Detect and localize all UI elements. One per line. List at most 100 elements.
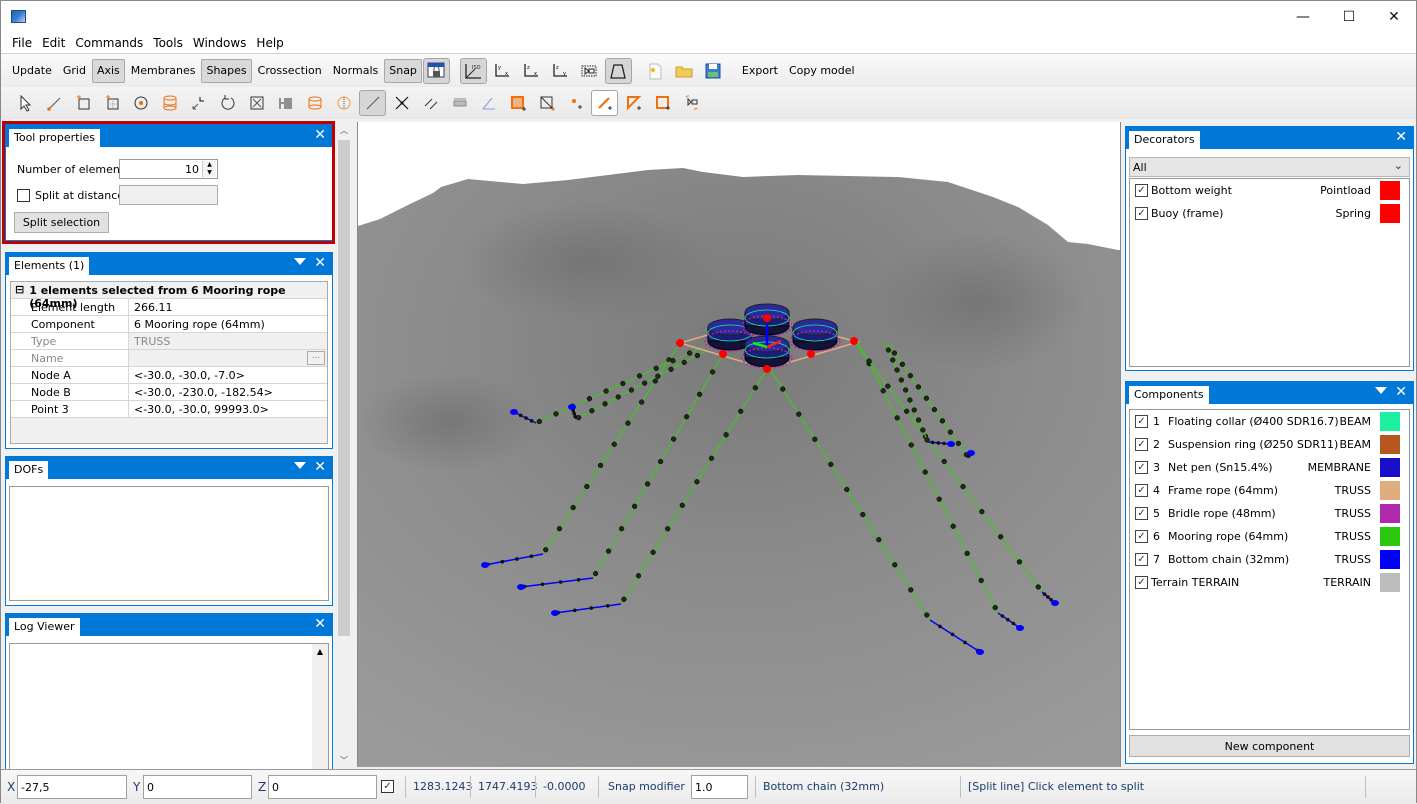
y-coordinate-input[interactable]: 0: [143, 775, 252, 799]
add-circle-icon[interactable]: [127, 90, 154, 116]
close-icon[interactable]: ✕: [1395, 129, 1407, 145]
close-window-button[interactable]: ✕: [1371, 1, 1417, 32]
export-button[interactable]: Export: [737, 59, 783, 83]
add-rectangle-icon[interactable]: [69, 90, 96, 116]
normals-toggle[interactable]: Normals: [328, 59, 384, 83]
component-color-swatch[interactable]: [1380, 458, 1400, 477]
log-scrollbar[interactable]: ▲: [312, 644, 328, 772]
iso-view-icon[interactable]: ISO: [459, 57, 487, 84]
axis-toggle[interactable]: Axis: [91, 58, 125, 83]
close-icon[interactable]: ✕: [314, 127, 326, 143]
property-row[interactable]: Node A <-30.0, -30.0, -7.0>: [11, 367, 327, 384]
crossection-toggle[interactable]: Crossection: [253, 59, 327, 83]
move-icon[interactable]: [185, 90, 212, 116]
add-line-icon[interactable]: [40, 90, 67, 116]
x-coordinate-input[interactable]: -27,5: [17, 775, 127, 799]
rect-diagonal-icon[interactable]: [533, 90, 560, 116]
open-folder-icon[interactable]: [671, 58, 698, 84]
select-arrow-icon[interactable]: [11, 90, 38, 116]
collapse-icon[interactable]: ⊟: [11, 282, 24, 298]
menu-help[interactable]: Help: [251, 36, 288, 50]
component-item[interactable]: ✓ 7 Bottom chain (32mm) TRUSS: [1130, 548, 1409, 571]
connect-icon[interactable]: [678, 90, 705, 116]
component-checkbox[interactable]: ✓: [1135, 553, 1148, 566]
copy-model-button[interactable]: Copy model: [784, 59, 860, 83]
lock-view-icon[interactable]: [422, 57, 450, 84]
component-color-swatch[interactable]: [1380, 550, 1400, 569]
property-row[interactable]: Node B <-30.0, -230.0, -182.54>: [11, 384, 327, 401]
coordinate-lock-checkbox[interactable]: ✓: [381, 780, 394, 793]
component-checkbox[interactable]: ✓: [1135, 530, 1148, 543]
scroll-up-icon[interactable]: ▲: [312, 644, 328, 656]
array-icon[interactable]: [272, 90, 299, 116]
elements-tab[interactable]: Elements (1): [9, 257, 90, 275]
snap-toggle[interactable]: Snap: [384, 58, 422, 83]
component-color-swatch[interactable]: [1380, 573, 1400, 592]
property-row[interactable]: Point 3 <-30.0, -30.0, 99993.0>: [11, 401, 327, 418]
menu-commands[interactable]: Commands: [70, 36, 148, 50]
property-row[interactable]: Type TRUSS: [11, 333, 327, 350]
add-line-plus-icon[interactable]: [591, 90, 618, 116]
spinner-buttons[interactable]: ▲ ▼: [202, 161, 216, 177]
component-checkbox[interactable]: ✓: [1135, 484, 1148, 497]
rotate-icon[interactable]: [214, 90, 241, 116]
split-at-distance-checkbox[interactable]: [17, 189, 30, 202]
number-of-elements-spinner[interactable]: 10 ▲ ▼: [119, 159, 218, 179]
log-viewer-tab[interactable]: Log Viewer: [9, 618, 80, 636]
decorator-color-swatch[interactable]: [1380, 204, 1400, 223]
close-icon[interactable]: ✕: [1395, 384, 1407, 400]
grid-toggle[interactable]: Grid: [58, 59, 91, 83]
parallel-lines-icon[interactable]: [417, 90, 444, 116]
decorator-item[interactable]: ✓ Bottom weight Pointload: [1130, 179, 1409, 202]
property-row[interactable]: Element length 266.11: [11, 299, 327, 316]
component-item[interactable]: ✓ 3 Net pen (Sn15.4%) MEMBRANE: [1130, 456, 1409, 479]
dropdown-arrow-icon[interactable]: [294, 462, 306, 469]
add-quad-icon[interactable]: [649, 90, 676, 116]
component-color-swatch[interactable]: [1380, 504, 1400, 523]
dofs-tab[interactable]: DOFs: [9, 461, 49, 479]
component-item[interactable]: ✓ Terrain TERRAIN TERRAIN: [1130, 571, 1409, 594]
dropdown-arrow-icon[interactable]: [294, 258, 306, 265]
component-color-swatch[interactable]: [1380, 435, 1400, 454]
property-row[interactable]: Component 6 Mooring rope (64mm): [11, 316, 327, 333]
close-icon[interactable]: ✕: [314, 255, 326, 271]
z-coordinate-input[interactable]: 0: [268, 775, 377, 799]
perspective-icon[interactable]: [604, 57, 632, 84]
components-tab[interactable]: Components: [1129, 386, 1209, 404]
component-color-swatch[interactable]: [1380, 481, 1400, 500]
browse-button[interactable]: ...: [307, 351, 325, 365]
add-cylinder-icon[interactable]: [156, 90, 183, 116]
component-checkbox[interactable]: ✓: [1135, 415, 1148, 428]
3d-viewport[interactable]: [357, 122, 1121, 767]
property-group-header[interactable]: ⊟ 1 elements selected from 6 Mooring rop…: [11, 282, 327, 310]
minimize-button[interactable]: —: [1280, 1, 1326, 32]
split-selection-button[interactable]: Split selection: [14, 212, 109, 233]
component-item[interactable]: ✓ 2 Suspension ring (Ø250 SDR11) BEAM: [1130, 433, 1409, 456]
component-item[interactable]: ✓ 1 Floating collar (Ø400 SDR16.7) BEAM: [1130, 410, 1409, 433]
add-triangle-icon[interactable]: [620, 90, 647, 116]
snap-modifier-input[interactable]: 1.0: [691, 775, 748, 799]
scrollbar-thumb[interactable]: [338, 140, 350, 636]
add-grid-rectangle-icon[interactable]: [98, 90, 125, 116]
tool-properties-tab[interactable]: Tool properties: [9, 129, 100, 147]
menu-windows[interactable]: Windows: [188, 36, 252, 50]
new-component-button[interactable]: New component: [1129, 735, 1410, 757]
scale-icon[interactable]: [243, 90, 270, 116]
decorator-checkbox[interactable]: ✓: [1135, 207, 1148, 220]
component-checkbox[interactable]: ✓: [1135, 576, 1148, 589]
save-icon[interactable]: [700, 58, 727, 84]
component-color-swatch[interactable]: [1380, 412, 1400, 431]
decorator-checkbox[interactable]: ✓: [1135, 184, 1148, 197]
close-icon[interactable]: ✕: [314, 459, 326, 475]
component-checkbox[interactable]: ✓: [1135, 438, 1148, 451]
zoom-extents-icon[interactable]: [576, 58, 603, 84]
decorator-filter-select[interactable]: All ⌄: [1129, 157, 1410, 177]
add-node-icon[interactable]: [562, 90, 589, 116]
scroll-down-icon[interactable]: ﹀: [336, 755, 352, 766]
component-checkbox[interactable]: ✓: [1135, 507, 1148, 520]
component-item[interactable]: ✓ 5 Bridle rope (48mm) TRUSS: [1130, 502, 1409, 525]
component-checkbox[interactable]: ✓: [1135, 461, 1148, 474]
property-row[interactable]: Name...: [11, 350, 327, 367]
menu-tools[interactable]: Tools: [148, 36, 188, 50]
close-icon[interactable]: ✕: [314, 616, 326, 632]
